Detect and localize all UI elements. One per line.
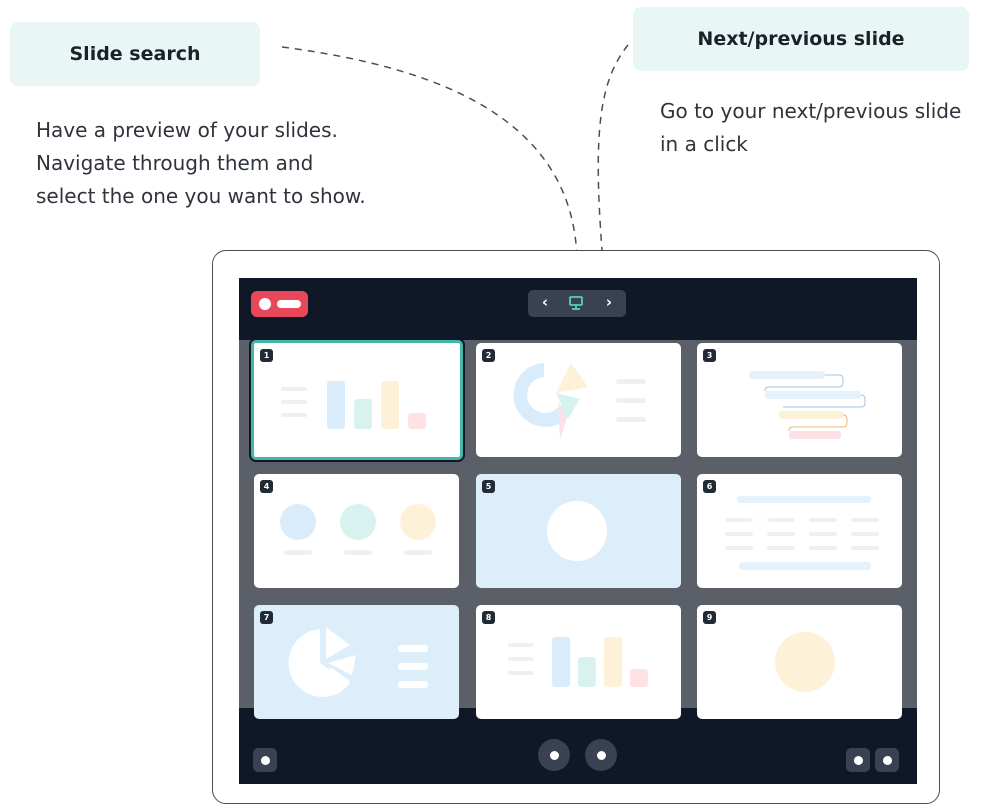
- dot-icon: [596, 750, 606, 760]
- slide-number: 4: [260, 480, 273, 493]
- bar-chart-icon: [281, 381, 426, 429]
- circle-icon: [547, 501, 607, 561]
- slide-number: 8: [482, 611, 495, 624]
- slide-thumbnail-2[interactable]: 2: [476, 343, 681, 457]
- dot-icon: [549, 750, 559, 760]
- slide-search-callout: Slide search: [10, 22, 260, 86]
- chevron-left-icon[interactable]: ‹: [535, 293, 555, 311]
- presentation-icon[interactable]: [566, 295, 586, 312]
- slide-thumbnail-1[interactable]: 1: [251, 340, 463, 460]
- table-icon: [725, 496, 879, 570]
- next-previous-title: Next/previous slide: [697, 28, 905, 50]
- next-previous-callout: Next/previous slide: [633, 7, 969, 71]
- previous-control-button[interactable]: [538, 739, 570, 771]
- slide-number: 5: [482, 480, 495, 493]
- slide-thumbnail-7[interactable]: 7: [254, 605, 459, 719]
- slide-search-description: Have a preview of your slides. Navigate …: [36, 118, 366, 208]
- dot-icon: [882, 755, 892, 765]
- next-control-button[interactable]: [585, 739, 617, 771]
- slide-thumbnail-8[interactable]: 8: [476, 605, 681, 719]
- menu-button[interactable]: [253, 748, 277, 772]
- slide-number: 6: [703, 480, 716, 493]
- circle-icon: [775, 632, 835, 692]
- slide-thumbnail-3[interactable]: 3: [697, 343, 902, 457]
- slide-search-title: Slide search: [69, 43, 201, 65]
- slide-navigation-control: ‹ ›: [528, 290, 626, 317]
- record-toggle-button[interactable]: [251, 291, 308, 317]
- dot-icon: [853, 755, 863, 765]
- slide-number: 1: [260, 349, 273, 362]
- next-previous-arrow: [597, 44, 629, 263]
- flow-diagram-icon: [749, 371, 866, 439]
- slide-thumbnail-6[interactable]: 6: [697, 474, 902, 588]
- view-toggle-button-1[interactable]: [846, 748, 870, 772]
- dot-icon: [260, 755, 270, 765]
- record-dot-icon: [259, 298, 271, 310]
- slide-thumbnail-4[interactable]: 4: [254, 474, 459, 588]
- slide-thumbnail-5[interactable]: 5: [476, 474, 681, 588]
- slide-number: 2: [482, 349, 495, 362]
- bar-chart-icon: [508, 637, 648, 687]
- donut-chart-icon: [513, 363, 646, 439]
- pie-chart-icon: [288, 627, 428, 697]
- view-toggle-button-2[interactable]: [875, 748, 899, 772]
- slide-number: 7: [260, 611, 273, 624]
- chevron-right-icon[interactable]: ›: [599, 293, 619, 311]
- next-previous-description: Go to your next/previous slide in a clic…: [660, 99, 962, 156]
- three-circles-icon: [280, 504, 436, 555]
- slide-thumbnail-9[interactable]: 9: [697, 605, 902, 719]
- record-bar-icon: [277, 300, 301, 308]
- slide-number: 3: [703, 349, 716, 362]
- slide-number: 9: [703, 611, 716, 624]
